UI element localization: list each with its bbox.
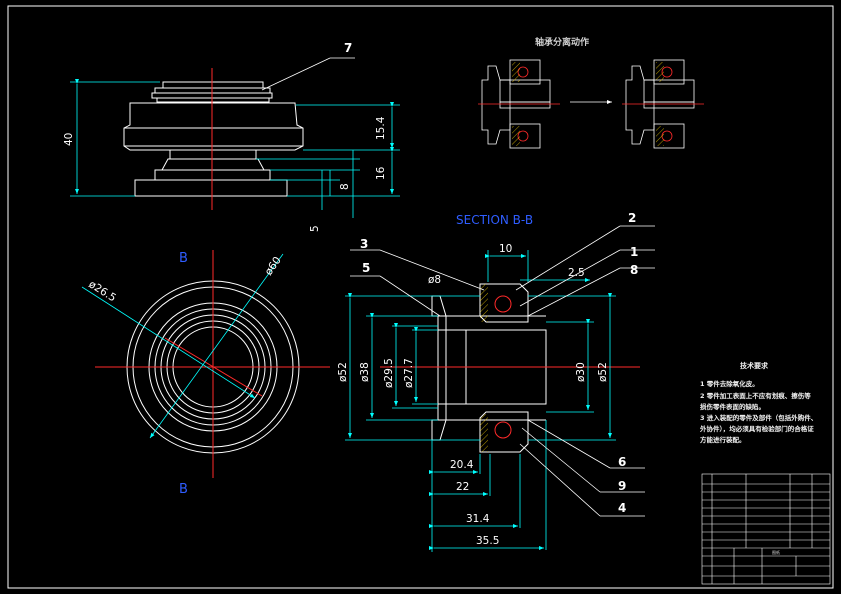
callout-4: 4 — [618, 501, 626, 515]
dia-52-right: ø52 — [597, 362, 609, 382]
notes-line-2: 2 零件加工表面上不应有划痕、擦伤等 — [700, 391, 811, 400]
notes-line-1: 1 零件去除氧化皮。 — [700, 379, 759, 388]
callout-6: 6 — [618, 455, 626, 469]
section-title: SECTION B-B — [456, 213, 533, 227]
dim-16: 16 — [375, 166, 387, 180]
dia-outer-leader — [149, 253, 284, 439]
dia-outer-label: ø60 — [263, 255, 284, 278]
callout-2: 2 — [628, 211, 636, 225]
dim-20-4: 20.4 — [450, 459, 474, 471]
dim-2-5: 2.5 — [568, 267, 585, 279]
dia-inner-leader — [81, 286, 256, 399]
callout-5: 5 — [362, 261, 370, 275]
dim-10: 10 — [499, 243, 512, 255]
section-mark-bottom: B — [179, 482, 188, 497]
drawing-border — [7, 5, 834, 589]
callout-1: 1 — [630, 245, 638, 259]
ball-top — [494, 295, 512, 313]
callout-3: 3 — [360, 237, 368, 251]
callout-7: 7 — [344, 41, 352, 55]
callout-8: 8 — [630, 263, 638, 277]
dia-38: ø38 — [359, 362, 371, 382]
notes-line-5: 外协件），均必须具有检验部门的合格证 — [700, 424, 814, 433]
section-mark-top: B — [179, 251, 188, 266]
dia-52-left: ø52 — [337, 362, 349, 382]
dim-31-4: 31.4 — [466, 513, 490, 525]
dim-5: 5 — [309, 225, 321, 232]
notes-line-3: 损伤零件表面的缺陷。 — [700, 402, 765, 411]
notes-line-4: 3 进入装配的零件及部件（包括外购件、 — [700, 413, 817, 422]
detail-view-title: 轴承分离动作 — [535, 36, 589, 48]
cad-drawing: 7 40 15.4 16 8 5 轴承分离动作 ø26.5 ø60 B B SE… — [7, 5, 834, 589]
section-view — [431, 283, 547, 453]
section-hatch-bottom — [480, 414, 488, 452]
notes-line-6: 方能进行装配。 — [700, 435, 746, 444]
callout-7-leader — [261, 57, 331, 91]
dia-29-5: ø29.5 — [383, 358, 395, 388]
title-block-title: 图纸 — [772, 549, 780, 555]
dia-27-7: ø27.7 — [403, 358, 415, 388]
title-block — [701, 473, 831, 585]
side-view — [123, 81, 304, 197]
dim-15-4: 15.4 — [375, 116, 387, 140]
dim-8: 8 — [339, 183, 351, 190]
ball-bottom — [494, 421, 512, 439]
dim-40: 40 — [63, 133, 75, 146]
notes-heading: 技术要求 — [740, 361, 769, 370]
dim-ball-dia: ø8 — [428, 274, 441, 286]
dim-22: 22 — [456, 481, 469, 493]
dia-30: ø30 — [575, 362, 587, 382]
callout-9: 9 — [618, 479, 626, 493]
dim-35-5: 35.5 — [476, 535, 499, 547]
